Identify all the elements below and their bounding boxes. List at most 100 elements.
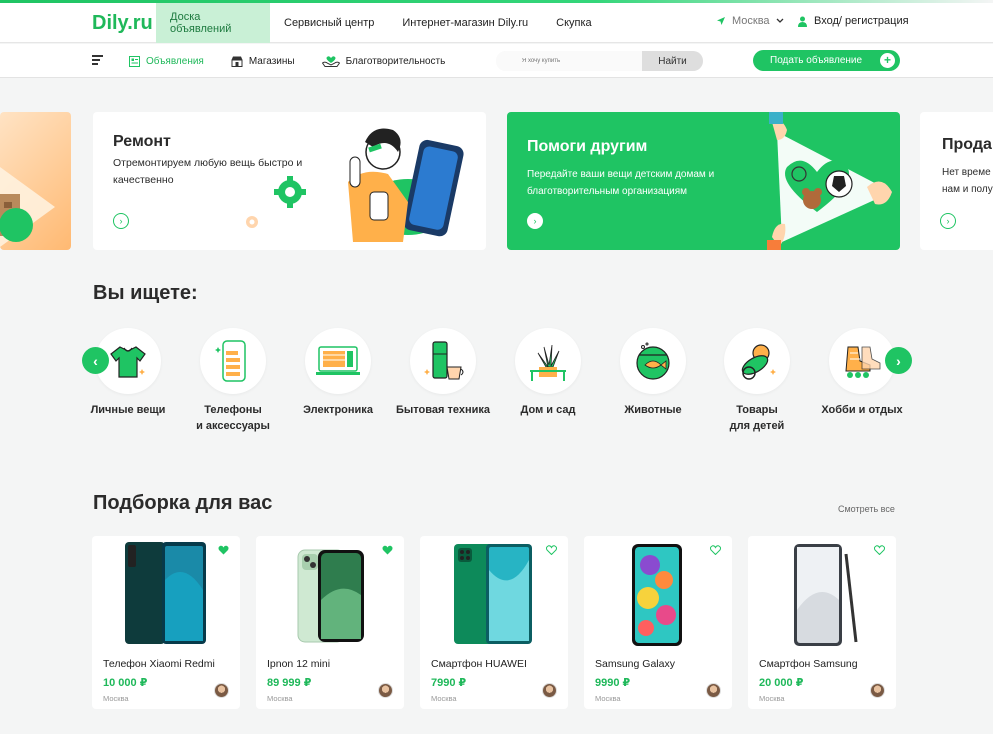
user-icon bbox=[798, 16, 807, 27]
product-image-samsung-galaxy bbox=[632, 544, 682, 646]
post-ad-button[interactable]: Подать объявление + bbox=[753, 50, 900, 71]
login-label: Вход/ регистрация bbox=[814, 15, 909, 27]
product-card[interactable]: Смартфон Samsung 20 000 ₽ Москва bbox=[748, 536, 896, 709]
product-card[interactable]: Ipnon 12 mini 89 999 ₽ Москва bbox=[256, 536, 404, 709]
product-city: Москва bbox=[103, 694, 129, 703]
product-image-iphone bbox=[297, 549, 364, 643]
city-label: Москва bbox=[732, 15, 770, 27]
banner-help-title: Помоги другим bbox=[527, 138, 648, 155]
aquarium-icon bbox=[620, 328, 686, 394]
banner-sell-title: Прода bbox=[942, 136, 992, 153]
subnav-item-ads[interactable]: Объявления bbox=[129, 55, 204, 67]
banner-sell-text-line2: нам и полу bbox=[942, 184, 993, 195]
seller-avatar[interactable] bbox=[214, 683, 229, 698]
main-header: Dily.ru Доска объявлений Сервисный центр… bbox=[0, 3, 993, 43]
menu-icon[interactable] bbox=[92, 55, 103, 66]
categories-title: Вы ищете: bbox=[93, 282, 198, 304]
seller-avatar[interactable] bbox=[706, 683, 721, 698]
category-appliances-line1: Бытовая техника bbox=[396, 404, 490, 416]
carousel-next-button[interactable]: › bbox=[885, 347, 912, 374]
favorite-heart-icon[interactable] bbox=[218, 545, 229, 555]
favorite-heart-icon[interactable] bbox=[546, 545, 557, 555]
category-appliances[interactable]: Бытовая техника bbox=[383, 328, 503, 418]
product-price: 10 000 ₽ bbox=[103, 677, 148, 689]
sub-nav: Объявления Магазины Благотворительность bbox=[129, 44, 472, 78]
banner-help-text: Передайте ваши вещи детским домам и благ… bbox=[527, 169, 715, 197]
category-phones[interactable]: Телефоны и аксессуары bbox=[173, 328, 293, 434]
product-title: Смартфон HUAWEI bbox=[431, 658, 527, 670]
favorite-heart-icon[interactable] bbox=[710, 545, 721, 555]
subnav-item-charity[interactable]: Благотворительность bbox=[321, 55, 445, 67]
banner-sell-arrow-icon[interactable]: › bbox=[940, 213, 956, 229]
product-image-huawei bbox=[454, 544, 532, 644]
favorite-heart-icon[interactable] bbox=[382, 545, 393, 555]
boxes-illustration bbox=[0, 167, 55, 247]
subnav-label-ads: Объявления bbox=[146, 55, 204, 67]
seller-avatar[interactable] bbox=[542, 683, 557, 698]
category-animals[interactable]: Животные bbox=[593, 328, 713, 418]
product-card[interactable]: Смартфон HUAWEI 7990 ₽ Москва bbox=[420, 536, 568, 709]
login-link[interactable]: Вход/ регистрация bbox=[797, 15, 909, 27]
product-card[interactable]: Телефон Xiaomi Redmi 10 000 ₽ Москва bbox=[92, 536, 240, 709]
product-image-samsung-note bbox=[794, 544, 858, 646]
product-card[interactable]: Samsung Galaxy 9990 ₽ Москва bbox=[584, 536, 732, 709]
nav-item-board[interactable]: Доска объявлений bbox=[156, 3, 270, 43]
banner-help-arrow-icon[interactable]: › bbox=[527, 213, 543, 229]
product-city: Москва bbox=[759, 694, 785, 703]
category-home-garden-line1: Дом и сад bbox=[520, 404, 576, 416]
nav-item-service[interactable]: Сервисный центр bbox=[270, 3, 388, 43]
banner-repair-arrow-icon[interactable]: › bbox=[113, 213, 129, 229]
chevron-down-icon bbox=[776, 18, 784, 23]
banner-sell[interactable]: Прода Нет време нам и полу › bbox=[920, 112, 993, 250]
banner-sell-text-line1: Нет време bbox=[942, 167, 991, 178]
category-kids[interactable]: Товары для детей bbox=[697, 328, 817, 434]
sub-header: Объявления Магазины Благотворительность … bbox=[0, 44, 993, 78]
nav-item-buyback[interactable]: Скупка bbox=[542, 3, 606, 43]
ads-icon bbox=[129, 55, 140, 67]
product-price: 9990 ₽ bbox=[595, 677, 631, 689]
category-personal-line1: Личные вещи bbox=[90, 404, 166, 416]
banner-repair-title: Ремонт bbox=[113, 133, 171, 150]
main-nav: Доска объявлений Сервисный центр Интерне… bbox=[156, 3, 606, 43]
product-image-xiaomi bbox=[125, 542, 206, 644]
charity-icon bbox=[321, 56, 340, 67]
repair-illustration bbox=[246, 128, 464, 242]
seller-avatar[interactable] bbox=[870, 683, 885, 698]
category-personal[interactable]: Личные вещи bbox=[68, 328, 188, 418]
category-phones-line2: и аксессуары bbox=[196, 420, 270, 432]
product-city: Москва bbox=[431, 694, 457, 703]
category-kids-line1: Товары bbox=[736, 404, 778, 416]
product-city: Москва bbox=[595, 694, 621, 703]
product-price: 7990 ₽ bbox=[431, 677, 467, 689]
category-animals-line1: Животные bbox=[624, 404, 682, 416]
banner-repair[interactable]: Ремонт Отремонтируем любую вещь быстро и… bbox=[93, 112, 486, 250]
categories-carousel: Личные вещи Телефоны и аксессуары Электро… bbox=[0, 328, 993, 438]
product-title: Смартфон Samsung bbox=[759, 658, 858, 670]
search-input[interactable] bbox=[496, 51, 642, 71]
seller-avatar[interactable] bbox=[378, 683, 393, 698]
category-hobby[interactable]: Хобби и отдых bbox=[802, 328, 922, 418]
chevron-left-icon: ‹ bbox=[93, 352, 98, 369]
product-title: Ipnon 12 mini bbox=[267, 658, 331, 670]
post-ad-label: Подать объявление bbox=[770, 55, 863, 66]
pacifier-icon bbox=[724, 328, 790, 394]
nav-item-shop[interactable]: Интернет-магазин Dily.ru bbox=[388, 3, 542, 43]
banner-help[interactable]: Помоги другим Передайте ваши вещи детски… bbox=[507, 112, 900, 250]
category-electronics[interactable]: Электроника bbox=[278, 328, 398, 418]
logo[interactable]: Dily.ru bbox=[92, 11, 153, 35]
carousel-prev-button[interactable]: ‹ bbox=[82, 347, 109, 374]
category-kids-line2: для детей bbox=[729, 420, 785, 432]
fridge-icon bbox=[410, 328, 476, 394]
product-price: 20 000 ₽ bbox=[759, 677, 804, 689]
category-home-garden[interactable]: Дом и сад bbox=[488, 328, 608, 418]
see-all-link[interactable]: Смотреть все bbox=[838, 504, 895, 514]
category-hobby-line1: Хобби и отдых bbox=[821, 404, 903, 416]
banner-previous[interactable] bbox=[0, 112, 71, 250]
subnav-item-stores[interactable]: Магазины bbox=[231, 56, 295, 67]
category-electronics-line1: Электроника bbox=[303, 404, 373, 416]
subnav-label-stores: Магазины bbox=[248, 55, 295, 67]
search-button[interactable]: Найти bbox=[642, 51, 703, 71]
city-selector[interactable]: Москва bbox=[716, 15, 784, 27]
favorite-heart-icon[interactable] bbox=[874, 545, 885, 555]
search-bar: Найти bbox=[496, 51, 703, 71]
